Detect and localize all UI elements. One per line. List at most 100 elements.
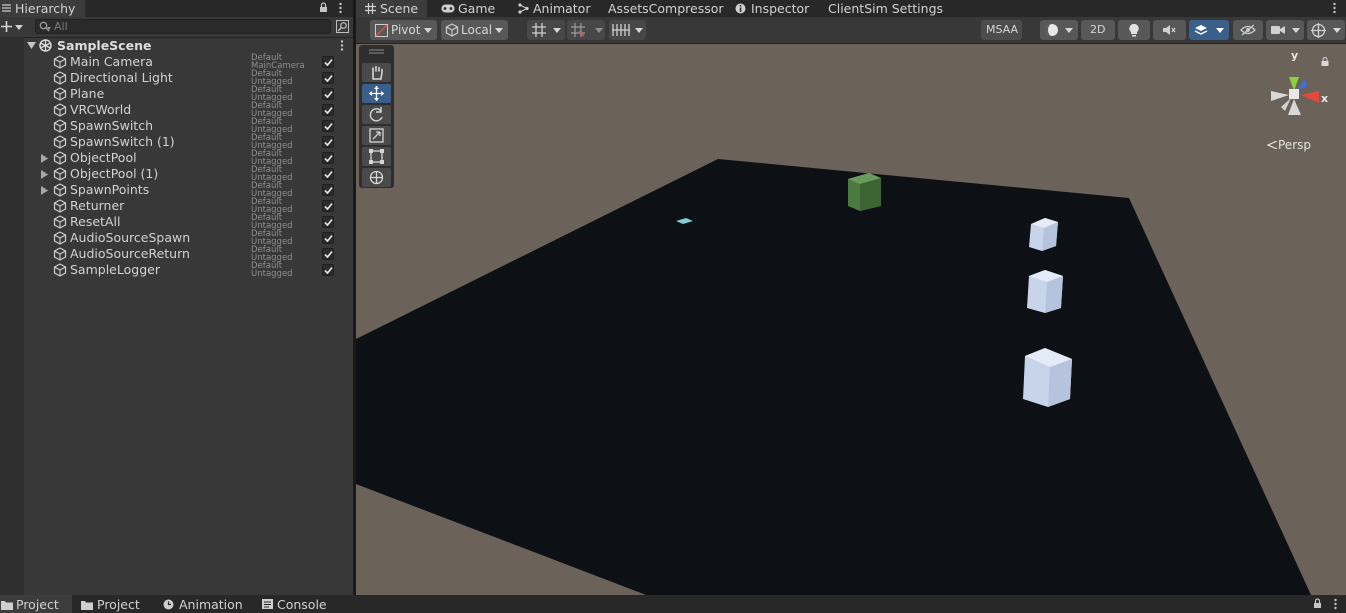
scene-more-options-icon[interactable] bbox=[1332, 2, 1337, 14]
grid-snap-dropdown[interactable] bbox=[527, 20, 565, 40]
active-checkbox[interactable] bbox=[322, 152, 334, 164]
expanded-arrow-icon[interactable] bbox=[27, 42, 36, 49]
gameobject-cube-icon bbox=[53, 71, 67, 85]
search-options-icon[interactable] bbox=[336, 20, 349, 33]
collapsed-arrow-icon[interactable] bbox=[41, 186, 48, 195]
gizmo-x-axis[interactable] bbox=[1301, 91, 1319, 103]
audio-toggle[interactable] bbox=[1153, 20, 1186, 40]
active-checkbox[interactable] bbox=[322, 104, 334, 116]
collapsed-arrow-icon[interactable] bbox=[41, 170, 48, 179]
gizmo-lock-icon[interactable] bbox=[1321, 57, 1329, 67]
lock-icon[interactable] bbox=[319, 2, 328, 13]
transform-tool-button[interactable] bbox=[362, 168, 391, 187]
tab-clientsim-settings[interactable]: ClientSim Settings bbox=[822, 0, 943, 17]
hidden-objects-toggle[interactable] bbox=[1233, 20, 1263, 40]
tab-project-2[interactable]: Project bbox=[80, 595, 156, 613]
more-options-icon[interactable] bbox=[338, 2, 343, 14]
hierarchy-item[interactable]: SampleLogger Default Untagged bbox=[24, 262, 353, 278]
gizmo-center[interactable] bbox=[1289, 89, 1299, 99]
tab-game[interactable]: Game bbox=[436, 0, 508, 17]
hierarchy-item[interactable]: Directional Light Default Untagged bbox=[24, 70, 353, 86]
projection-toggle[interactable]: Persp bbox=[1266, 137, 1324, 153]
gizmo-z-axis[interactable] bbox=[1297, 79, 1307, 89]
scene-more-icon[interactable] bbox=[340, 40, 344, 51]
tab-hierarchy[interactable]: Hierarchy bbox=[0, 0, 85, 17]
create-dropdown[interactable] bbox=[0, 18, 26, 36]
hierarchy-item[interactable]: ObjectPool Default Untagged bbox=[24, 150, 353, 166]
move-tool-button[interactable] bbox=[362, 84, 391, 103]
gizmo-neg-z-axis[interactable] bbox=[1281, 98, 1291, 111]
collapsed-arrow-icon[interactable] bbox=[41, 154, 48, 163]
hierarchy-item-name: Directional Light bbox=[70, 70, 173, 85]
bottom-lock-icon[interactable] bbox=[1313, 598, 1322, 609]
hand-tool-button[interactable] bbox=[362, 63, 391, 82]
hierarchy-item[interactable]: ResetAll Default Untagged bbox=[24, 214, 353, 230]
hierarchy-item-name: Returner bbox=[70, 198, 125, 213]
rect-transform-icon bbox=[369, 149, 384, 164]
checkmark-icon bbox=[324, 106, 333, 115]
incremental-snap-dropdown[interactable] bbox=[567, 20, 605, 40]
active-checkbox[interactable] bbox=[322, 200, 334, 212]
tab-assetscompressor[interactable]: AssetsCompressor bbox=[603, 0, 724, 17]
tab-animation-label: Animation bbox=[179, 597, 243, 612]
hierarchy-item[interactable]: VRCWorld Default Untagged bbox=[24, 102, 353, 118]
tab-inspector[interactable]: Inspector bbox=[732, 0, 812, 17]
scene-viewport[interactable]: y x Persp bbox=[356, 44, 1346, 595]
toggle-2d-button[interactable]: 2D bbox=[1081, 20, 1115, 40]
hand-icon bbox=[372, 65, 383, 80]
scene-view-canvas[interactable] bbox=[356, 44, 1346, 595]
scene-row[interactable]: SampleScene bbox=[24, 38, 353, 53]
tab-animator[interactable]: Animator bbox=[516, 0, 596, 17]
pivot-dropdown[interactable]: Pivot bbox=[370, 20, 437, 40]
active-checkbox[interactable] bbox=[322, 168, 334, 180]
ruler-dropdown[interactable] bbox=[609, 20, 646, 40]
active-checkbox[interactable] bbox=[322, 232, 334, 244]
rect-tool-button[interactable] bbox=[362, 147, 391, 166]
gizmo-neg-x-axis[interactable] bbox=[1271, 91, 1289, 101]
white-cube-2[interactable] bbox=[1027, 270, 1063, 313]
active-checkbox[interactable] bbox=[322, 88, 334, 100]
hierarchy-item[interactable]: Main Camera Default MainCamera bbox=[24, 54, 353, 70]
hierarchy-item[interactable]: SpawnSwitch Default Untagged bbox=[24, 118, 353, 134]
tab-animation[interactable]: Animation bbox=[162, 595, 250, 613]
gizmo-y-axis[interactable] bbox=[1289, 77, 1299, 91]
local-label: Local bbox=[461, 23, 493, 37]
hierarchy-item[interactable]: AudioSourceSpawn Default Untagged bbox=[24, 230, 353, 246]
bottom-more-options-icon[interactable] bbox=[1333, 598, 1338, 610]
camera-settings-dropdown[interactable] bbox=[1266, 20, 1304, 40]
folder-icon bbox=[81, 601, 93, 610]
tab-console[interactable]: Console bbox=[261, 595, 333, 613]
active-checkbox[interactable] bbox=[322, 120, 334, 132]
rotate-tool-button[interactable] bbox=[362, 105, 391, 124]
hierarchy-item[interactable]: AudioSourceReturn Default Untagged bbox=[24, 246, 353, 262]
white-cube-3[interactable] bbox=[1023, 348, 1072, 407]
tab-project-active[interactable]: Project bbox=[0, 595, 72, 613]
green-cube[interactable] bbox=[848, 173, 881, 211]
tab-scene[interactable]: Scene bbox=[356, 0, 427, 17]
gizmos-dropdown[interactable] bbox=[1307, 20, 1345, 40]
checkmark-icon bbox=[324, 138, 333, 147]
msaa-button[interactable]: MSAA bbox=[981, 20, 1022, 40]
hierarchy-search-input[interactable]: All bbox=[35, 19, 331, 34]
drag-handle-icon[interactable] bbox=[369, 49, 384, 54]
hierarchy-item[interactable]: ObjectPool (1) Default Untagged bbox=[24, 166, 353, 182]
local-dropdown[interactable]: Local bbox=[441, 20, 508, 40]
scale-tool-button[interactable] bbox=[362, 126, 391, 145]
hierarchy-item[interactable]: Plane Default Untagged bbox=[24, 86, 353, 102]
shading-mode-dropdown[interactable] bbox=[1040, 20, 1078, 40]
active-checkbox[interactable] bbox=[322, 56, 334, 68]
hierarchy-item[interactable]: SpawnPoints Default Untagged bbox=[24, 182, 353, 198]
gizmo-neg-y-axis[interactable] bbox=[1288, 99, 1301, 115]
active-checkbox[interactable] bbox=[322, 136, 334, 148]
hierarchy-item[interactable]: Returner Default Untagged bbox=[24, 198, 353, 214]
active-checkbox[interactable] bbox=[322, 216, 334, 228]
tab-scene-label: Scene bbox=[380, 1, 419, 16]
hierarchy-item[interactable]: SpawnSwitch (1) Default Untagged bbox=[24, 134, 353, 150]
active-checkbox[interactable] bbox=[322, 248, 334, 260]
effects-dropdown[interactable] bbox=[1189, 20, 1229, 40]
active-checkbox[interactable] bbox=[322, 264, 334, 276]
chevron-down-icon bbox=[1333, 28, 1341, 33]
active-checkbox[interactable] bbox=[322, 184, 334, 196]
active-checkbox[interactable] bbox=[322, 72, 334, 84]
lighting-toggle[interactable] bbox=[1118, 20, 1150, 40]
